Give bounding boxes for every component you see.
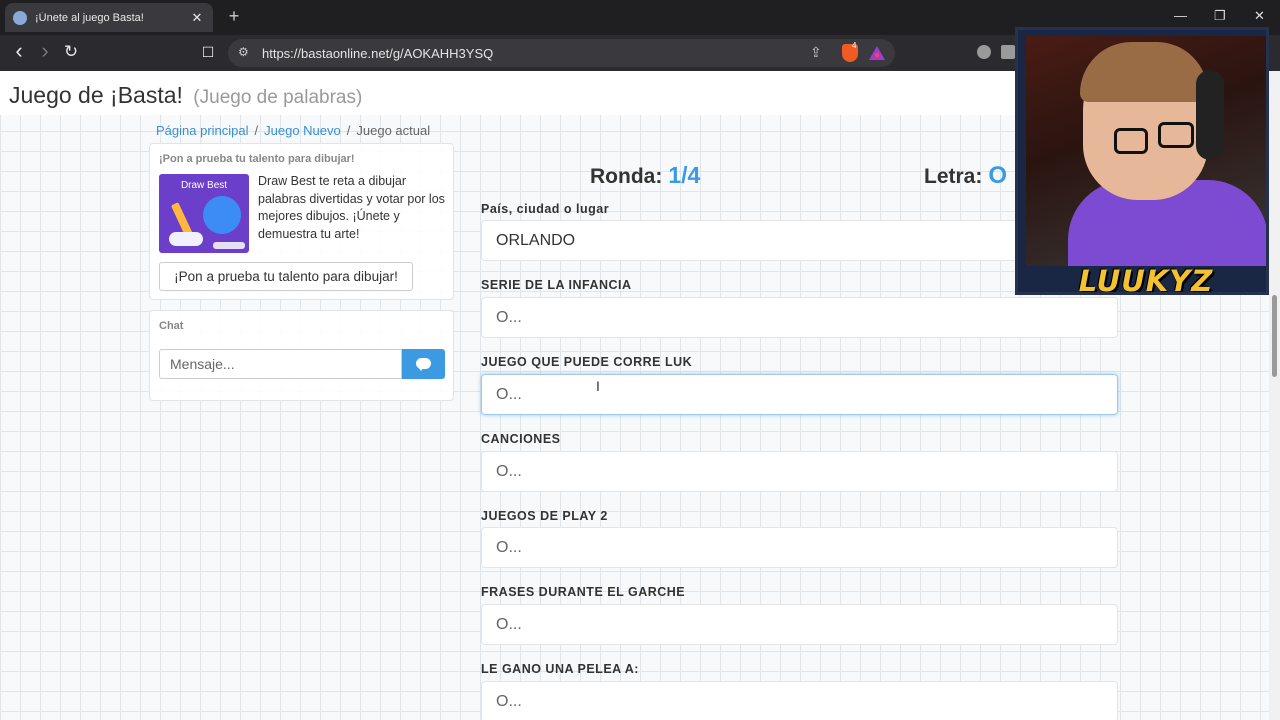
scrollbar-thumb[interactable] xyxy=(1272,295,1277,377)
text-cursor-icon: I xyxy=(596,378,600,394)
field-label-game-luk: JUEGO QUE PUEDE CORRE LUK xyxy=(481,355,693,369)
url-text[interactable]: https://bastaonline.net/g/AOKAHH3YSQ xyxy=(262,46,493,61)
tab-title: ¡Únete al juego Basta! xyxy=(35,11,144,24)
breadcrumb-separator: / xyxy=(346,123,351,138)
rewards-dot-icon xyxy=(875,53,879,57)
glasses-icon xyxy=(1114,128,1148,154)
field-input-fight[interactable] xyxy=(481,681,1118,720)
extension-icon-2[interactable] xyxy=(1001,45,1015,59)
letter-value: O xyxy=(988,162,1008,189)
address-bar[interactable]: ⚙ https://bastaonline.net/g/AOKAHH3YSQ ⇪… xyxy=(228,39,895,67)
headset-icon xyxy=(1196,70,1224,160)
site-title-text: Juego de ¡Basta! xyxy=(9,82,183,108)
field-label-fight: LE GANO UNA PELEA A: xyxy=(481,662,639,676)
bookmark-icon[interactable]: ☐ xyxy=(198,44,218,61)
chat-panel: Chat xyxy=(149,310,454,401)
page-title: Juego de ¡Basta! (Juego de palabras) xyxy=(9,82,362,109)
breadcrumb-separator: / xyxy=(254,123,259,138)
site-info-icon[interactable]: ⚙ xyxy=(238,45,249,59)
extension-icon[interactable] xyxy=(977,45,991,59)
breadcrumb-home-link[interactable]: Página principal xyxy=(156,123,249,138)
field-label-songs: CANCIONES xyxy=(481,432,561,446)
ad-heading: ¡Pon a prueba tu talento para dibujar! xyxy=(159,153,355,165)
speech-bubble-icon xyxy=(197,190,247,240)
maximize-button[interactable]: ❐ xyxy=(1214,8,1226,24)
breadcrumb-new-game-link[interactable]: Juego Nuevo xyxy=(264,123,341,138)
back-button[interactable]: ‹ xyxy=(9,38,29,64)
forward-button[interactable]: › xyxy=(35,38,55,64)
ad-brand-badge xyxy=(213,242,245,249)
webcam-overlay: LUUKYZ xyxy=(1015,27,1269,295)
ad-description: Draw Best te reta a dibujar palabras div… xyxy=(258,174,445,241)
new-tab-button[interactable]: + xyxy=(224,6,244,27)
round-indicator: Ronda: 1/4 xyxy=(590,162,700,189)
chat-message-input[interactable] xyxy=(159,349,402,379)
page-scrollbar[interactable] xyxy=(1269,71,1280,720)
ad-image-title: Draw Best xyxy=(180,180,228,191)
site-subtitle: (Juego de palabras) xyxy=(193,87,363,108)
ad-panel: ¡Pon a prueba tu talento para dibujar! D… xyxy=(149,143,454,300)
letter-indicator: Letra: O xyxy=(924,162,1007,190)
round-value: 1/4 xyxy=(668,162,701,188)
chat-heading: Chat xyxy=(159,320,184,332)
field-input-game-luk[interactable] xyxy=(481,374,1118,415)
breadcrumb: Página principal / Juego Nuevo / Juego actua… xyxy=(156,123,430,138)
ad-cta-button[interactable]: ¡Pon a prueba tu talento para dibujar! xyxy=(159,262,413,291)
field-input-play2-games[interactable] xyxy=(481,527,1118,568)
field-label-phrases: FRASES DURANTE EL GARCHE xyxy=(481,585,686,599)
field-input-songs[interactable] xyxy=(481,451,1118,492)
field-input-childhood-series[interactable] xyxy=(481,297,1118,338)
field-input-phrases[interactable] xyxy=(481,604,1118,645)
favicon-icon xyxy=(13,10,27,25)
tab-close-icon[interactable]: ✕ xyxy=(189,10,205,26)
field-label-play2-games: JUEGOS DE PLAY 2 xyxy=(481,509,608,523)
browser-tab[interactable]: ¡Únete al juego Basta! ✕ xyxy=(5,3,213,32)
chat-send-button[interactable] xyxy=(402,349,445,379)
field-label-childhood-series: SERIE DE LA INFANCIA xyxy=(481,278,632,292)
field-label-country: País, ciudad o lugar xyxy=(481,202,610,216)
share-icon[interactable]: ⇪ xyxy=(810,44,822,61)
round-label: Ronda: xyxy=(590,165,663,188)
reload-button[interactable]: ↻ xyxy=(61,42,81,62)
streamer-name: LUUKYZ xyxy=(1078,264,1214,295)
glasses-icon-right xyxy=(1158,122,1194,148)
comment-icon xyxy=(416,358,431,371)
letter-label: Letra: xyxy=(924,165,983,188)
cloud-icon xyxy=(169,232,203,246)
ad-image[interactable]: Draw Best xyxy=(159,174,249,253)
breadcrumb-current: Juego actual xyxy=(356,123,431,138)
minimize-button[interactable]: — xyxy=(1174,8,1187,23)
window-close-button[interactable]: ✕ xyxy=(1254,8,1265,24)
brave-shields-count: 4 xyxy=(852,41,857,50)
